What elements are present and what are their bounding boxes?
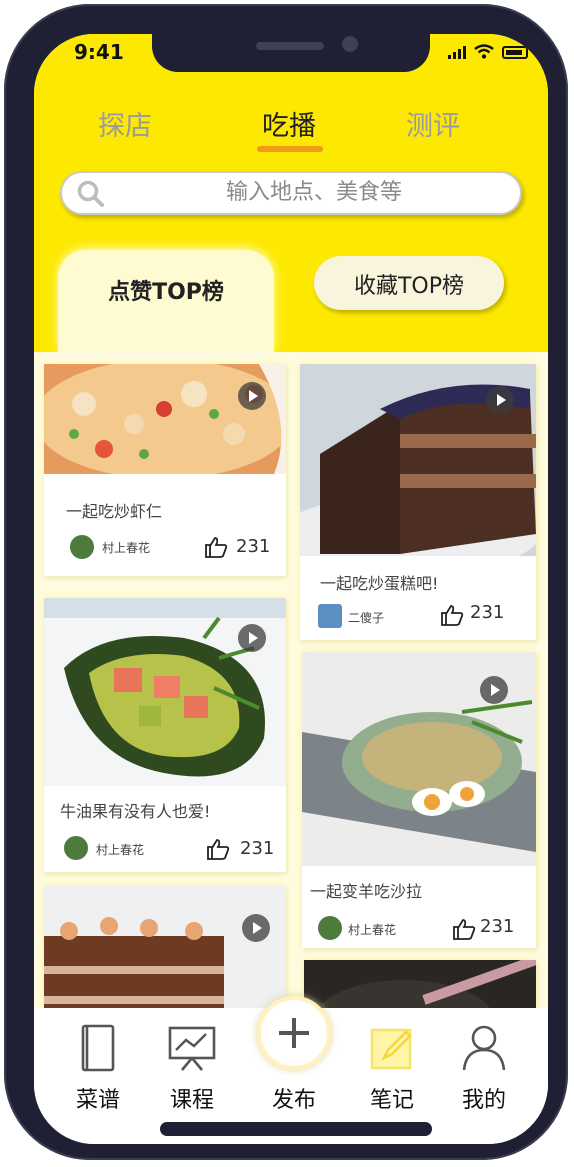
status-time: 9:41: [74, 40, 124, 64]
nav-recipes[interactable]: 菜谱: [58, 1008, 138, 1118]
nav-courses[interactable]: 课程: [152, 1008, 232, 1118]
header: 9:41 探店 吃播 测评 输入地点、美食等 点赞TOP榜 收藏TOP榜: [34, 34, 548, 352]
play-icon[interactable]: [242, 914, 270, 942]
blueberry-cake-photo: [300, 364, 536, 556]
home-indicator[interactable]: [160, 1122, 432, 1136]
like-count: 231: [470, 602, 505, 623]
thumbs-up-icon[interactable]: [440, 604, 464, 626]
username: 村上春花: [348, 923, 397, 937]
nav-profile-label: 我的: [461, 1088, 506, 1113]
username: 村上春花: [102, 541, 151, 555]
book-icon: [81, 1024, 115, 1072]
shrimp-pasta-photo: [44, 364, 286, 474]
play-icon[interactable]: [480, 676, 508, 704]
feed-card[interactable]: 牛油果有没有人也爱! 村上春花 231: [44, 598, 286, 872]
wifi-icon: [474, 44, 494, 59]
battery-icon: [502, 46, 528, 59]
card-title: 一起吃炒蛋糕吧!: [320, 574, 439, 593]
search-bar[interactable]: [60, 171, 522, 215]
thumbs-up-icon[interactable]: [452, 918, 476, 940]
front-camera: [342, 36, 358, 52]
notch: [152, 34, 430, 72]
avatar: [70, 535, 94, 559]
nav-courses-label: 课程: [169, 1088, 214, 1113]
like-count: 231: [240, 838, 275, 859]
username: 二傻子: [348, 611, 385, 625]
tab-likes-top[interactable]: 点赞TOP榜: [58, 250, 274, 352]
nav-notes[interactable]: 笔记: [352, 1008, 432, 1118]
avatar: [64, 836, 88, 860]
like-count: 231: [480, 916, 515, 937]
thumbs-up-icon[interactable]: [206, 838, 230, 860]
egg-salad-photo: [302, 652, 536, 866]
plus-icon: [279, 1018, 309, 1048]
feed-card[interactable]: [44, 886, 286, 1008]
presentation-icon: [168, 1026, 216, 1071]
play-icon[interactable]: [486, 386, 514, 414]
chocolate-cake-photo: [44, 886, 286, 1008]
top-tabs: 探店 吃播 测评: [34, 104, 548, 164]
nav-publish[interactable]: 发布: [254, 996, 334, 1118]
feed-card[interactable]: 一起变羊吃沙拉 村上春花 231: [302, 652, 536, 948]
username: 村上春花: [96, 843, 145, 857]
like-count: 231: [236, 536, 271, 557]
card-title: 牛油果有没有人也爱!: [60, 802, 211, 821]
tab-favorites-top[interactable]: 收藏TOP榜: [314, 256, 504, 310]
phone-frame: 9:41 探店 吃播 测评 输入地点、美食等 点赞TOP榜 收藏TOP榜 一起吃…: [4, 4, 568, 1160]
user-icon: [462, 1025, 506, 1071]
avatar: [318, 916, 342, 940]
feed-card[interactable]: 一起吃炒虾仁 村上春花 231: [44, 364, 286, 576]
search-input[interactable]: [162, 179, 466, 206]
signal-icon: [448, 45, 466, 59]
note-edit-icon: [370, 1028, 412, 1070]
tab-mukbang[interactable]: 吃播: [262, 104, 316, 143]
nav-notes-label: 笔记: [369, 1088, 414, 1113]
search-icon: [77, 180, 104, 207]
pan-dish-photo: [304, 960, 536, 1008]
play-icon[interactable]: [238, 624, 266, 652]
play-icon[interactable]: [238, 382, 266, 410]
app-screen: 9:41 探店 吃播 测评 输入地点、美食等 点赞TOP榜 收藏TOP榜 一起吃…: [34, 34, 548, 1144]
avocado-salad-photo: [44, 598, 286, 786]
nav-recipes-label: 菜谱: [75, 1088, 120, 1113]
feed-card[interactable]: [304, 960, 536, 1008]
nav-profile[interactable]: 我的: [444, 1008, 524, 1118]
publish-button[interactable]: [257, 996, 331, 1070]
thumbs-up-icon[interactable]: [204, 536, 228, 558]
card-title: 一起变羊吃沙拉: [310, 882, 423, 901]
status-icons: [448, 44, 528, 59]
feed: 一起吃炒虾仁 村上春花 231 牛油果有没有人也爱! 村上春花 231 一起吃炒…: [34, 352, 548, 1008]
active-tab-indicator: [257, 146, 323, 152]
tab-explore[interactable]: 探店: [98, 104, 152, 143]
tab-review[interactable]: 测评: [406, 104, 460, 143]
feed-card[interactable]: 一起吃炒蛋糕吧! 二傻子 231: [300, 364, 536, 640]
avatar: [318, 604, 342, 628]
nav-publish-label: 发布: [271, 1088, 316, 1113]
tab-likes-top-label: 点赞TOP榜: [108, 280, 224, 305]
speaker: [256, 42, 324, 50]
tab-favorites-top-label: 收藏TOP榜: [353, 274, 465, 299]
card-title: 一起吃炒虾仁: [66, 502, 163, 521]
